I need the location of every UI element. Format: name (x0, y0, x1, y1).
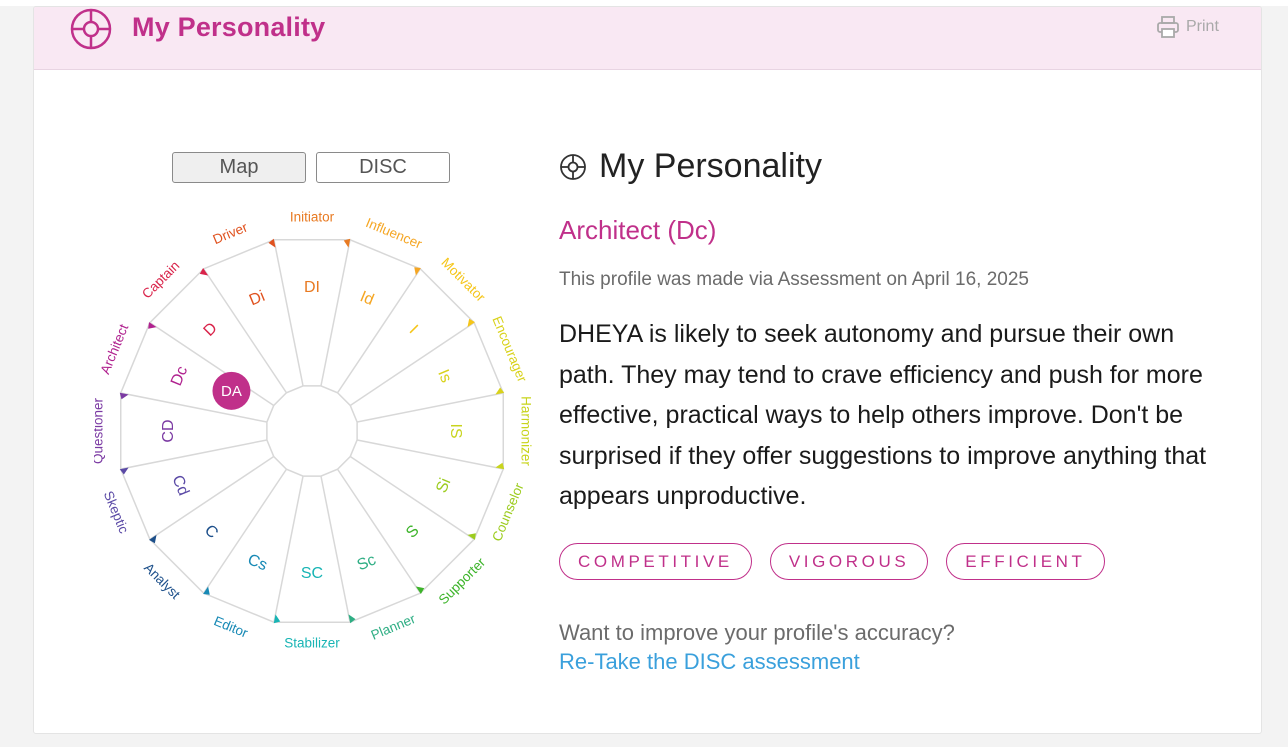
trait-chips: COMPETITIVE VIGOROUS EFFICIENT (559, 543, 1123, 580)
wheel-outer-label: Stabilizer (284, 636, 340, 651)
profile-description: DHEYA is likely to seek autonomy and pur… (559, 320, 1207, 510)
trait-chip: EFFICIENT (946, 543, 1105, 580)
wheel-outer-label: Architect (97, 322, 131, 376)
card-header: My Personality Print (34, 7, 1261, 70)
personality-type: Architect (Dc) (559, 215, 717, 245)
crosshair-compass-icon (70, 8, 112, 50)
page-title: My Personality (132, 12, 326, 42)
wheel-outer-label: Influencer (364, 215, 425, 252)
improve-accuracy-text: Want to improve your profile's accuracy? (559, 620, 955, 645)
print-label: Print (1186, 18, 1219, 35)
print-button[interactable]: Print (1156, 13, 1219, 41)
trait-chip: COMPETITIVE (559, 543, 752, 580)
printer-icon (1157, 16, 1179, 38)
trait-chip: VIGOROUS (769, 543, 929, 580)
disc-toggle-button[interactable]: DISC (316, 152, 450, 183)
wheel-outer-label: Editor (212, 613, 251, 641)
wheel-outer-label: Planner (369, 611, 418, 643)
wheel-outer-label: Harmonizer (518, 396, 533, 466)
map-toggle-button[interactable]: Map (172, 152, 306, 183)
wheel-inner-label: DI (304, 279, 320, 296)
profile-title: My Personality (599, 147, 822, 185)
disc-personality-wheel: InitiatorDIInfluencerId MotivatorI Encoura… (94, 210, 533, 651)
user-position-label: DA (221, 383, 242, 400)
wheel-center (266, 385, 358, 477)
retake-assessment-link[interactable]: Re-Take the DISC assessment (559, 649, 860, 675)
wheel-outer-label: Questioner (94, 397, 106, 464)
wheel-inner-label: CD (160, 419, 177, 442)
disc-toggle-label: DISC (359, 156, 407, 178)
wheel-outer-label: Skeptic (101, 489, 132, 536)
profile-heading: My Personality (559, 147, 822, 186)
map-toggle-label: Map (219, 156, 259, 178)
crosshair-icon (560, 153, 586, 180)
personality-card: My Personality Print Map DISC Initiator D… (33, 6, 1262, 734)
wheel-outer-label: Captain (139, 258, 183, 302)
wheel-inner-label: SC (301, 565, 323, 582)
wheel-outer-label: Driver (211, 219, 250, 247)
wheel-inner-label: IS (447, 423, 464, 438)
wheel-outer-label: Initiator (290, 210, 335, 225)
profile-source-text: This profile was made via Assessment on … (559, 269, 1029, 290)
